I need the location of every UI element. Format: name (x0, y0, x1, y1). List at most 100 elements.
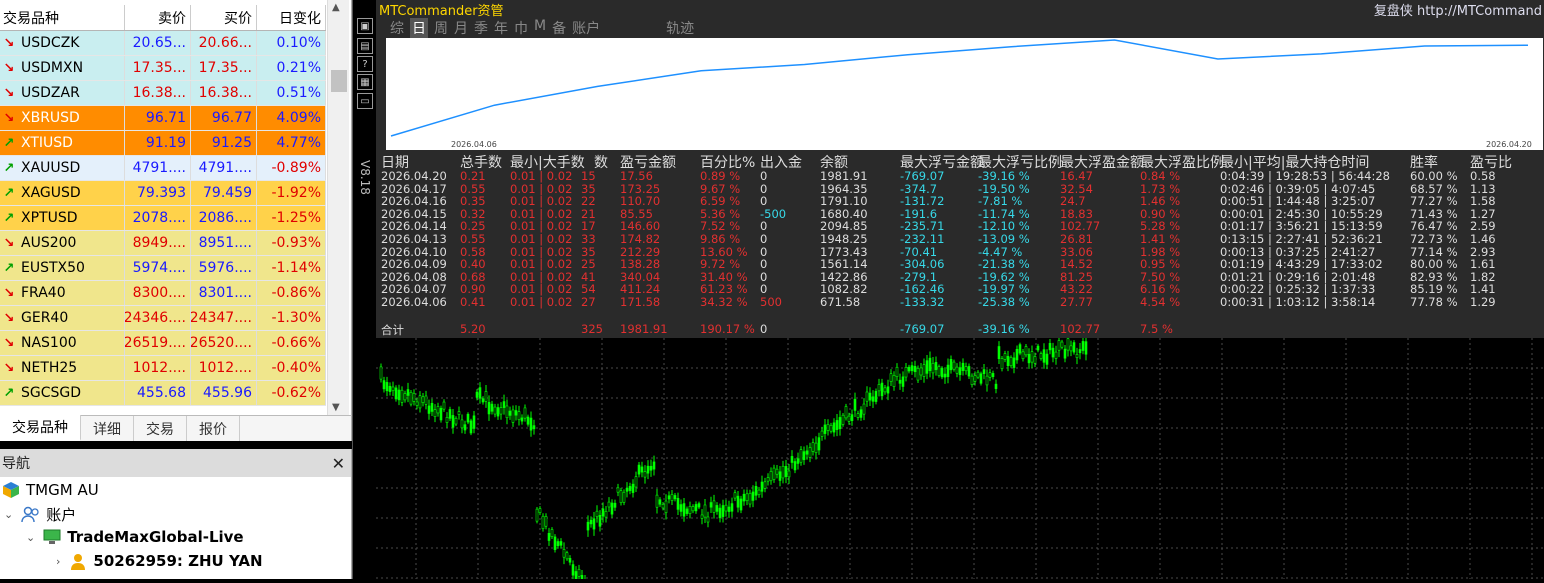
toolbar-button-2[interactable]: ▤ (357, 38, 373, 54)
period-tab[interactable]: 综 (390, 18, 404, 38)
chevron-down-icon[interactable]: ⌄ (26, 531, 35, 544)
period-tab[interactable]: M (534, 18, 546, 38)
market-watch-row[interactable]: ↗ XAUUSD 4791.... 4791.... -0.89% (0, 156, 326, 181)
tab-trading[interactable]: 交易 (134, 416, 187, 441)
market-watch-row[interactable]: ↘ FRA40 8300.... 8301.... -0.86% (0, 281, 326, 306)
candle-body (673, 495, 677, 500)
period-tab[interactable]: 周 (434, 18, 448, 38)
symbol-cell[interactable]: ↗ EUSTX50 (0, 256, 125, 280)
period-tab[interactable]: 月 (454, 18, 468, 38)
col-symbol[interactable]: 交易品种 (0, 5, 125, 30)
scroll-up-icon[interactable]: ▲ (332, 2, 340, 13)
stats-cell: 0 (760, 169, 768, 183)
market-watch-row[interactable]: ↘ NAS100 26519.... 26520.... -0.66% (0, 331, 326, 356)
stats-cell: 2026.04.20 (381, 169, 447, 183)
tab-details[interactable]: 详细 (81, 416, 134, 441)
period-tab[interactable]: 账户 (572, 18, 600, 38)
chevron-down-icon[interactable]: ⌄ (4, 508, 13, 521)
market-watch-row[interactable]: ↗ XAGUSD 79.393 79.459 -1.92% (0, 181, 326, 206)
candle-body (796, 458, 800, 464)
symbol-cell[interactable]: ↘ USDCZK (0, 31, 125, 55)
candle-body (445, 417, 449, 423)
symbol-cell[interactable]: ↘ USDZAR (0, 81, 125, 105)
col-ask[interactable]: 买价 (191, 5, 257, 30)
toolbar-button-4[interactable]: ▭ (357, 93, 373, 109)
market-watch-scrollbar[interactable]: ▲ ▼ (327, 0, 349, 415)
tab-symbols[interactable]: 交易品种 (0, 415, 81, 441)
help-icon[interactable]: ? (357, 56, 373, 72)
stats-cell: 9.86 % (700, 231, 741, 246)
candle-body (1009, 357, 1013, 367)
accounts-item[interactable]: ⌄ 账户 (4, 504, 76, 525)
market-watch-row[interactable]: ↘ AUS200 8949.... 8951.... -0.93% (0, 231, 326, 256)
candle-body (520, 417, 524, 422)
symbol-cell[interactable]: ↗ XAGUSD (0, 181, 125, 205)
market-watch-row[interactable]: ↗ XTIUSD 91.19 91.25 4.77% (0, 131, 326, 156)
candle-body (586, 521, 590, 531)
market-watch-row[interactable]: ↘ NETH25 1012.... 1012.... -0.40% (0, 356, 326, 381)
candle-body (871, 396, 875, 402)
candle-body (517, 411, 521, 420)
market-watch-row[interactable]: ↘ USDMXN 17.35... 17.35... 0.21% (0, 56, 326, 81)
period-tab[interactable]: 年 (494, 18, 508, 38)
market-watch-row[interactable]: ↘ USDZAR 16.38... 16.38... 0.51% (0, 81, 326, 106)
ask-price: 24347.... (191, 306, 257, 330)
broker-item[interactable]: TMGM AU (2, 481, 99, 499)
candle-body (865, 391, 869, 402)
symbol-cell[interactable]: ↘ NAS100 (0, 331, 125, 355)
candle-body (634, 476, 638, 488)
symbol-cell[interactable]: ↘ USDMXN (0, 56, 125, 80)
symbol-name: AUS200 (21, 235, 77, 251)
period-tab[interactable]: 日 (410, 18, 428, 38)
server-icon (43, 529, 61, 544)
scroll-thumb[interactable] (331, 70, 347, 92)
market-watch-row[interactable]: ↗ EUSTX50 5974.... 5976.... -1.14% (0, 256, 326, 281)
candle-body (499, 407, 503, 415)
market-watch-row[interactable]: ↘ GER40 24346.... 24347.... -1.30% (0, 306, 326, 331)
market-watch-row[interactable]: ↘ XBRUSD 96.71 96.77 4.09% (0, 106, 326, 131)
market-watch-row[interactable]: ↗ SGCSGD 455.68 455.96 -0.62% (0, 381, 326, 406)
server-item[interactable]: ⌄ TradeMaxGlobal-Live (26, 528, 244, 546)
bid-price: 8300.... (125, 281, 191, 305)
toolbar-button-1[interactable]: ▣ (357, 18, 373, 34)
period-tab[interactable]: 备 (552, 18, 566, 38)
symbol-cell[interactable]: ↘ AUS200 (0, 231, 125, 255)
symbol-cell[interactable]: ↘ XBRUSD (0, 106, 125, 130)
price-chart[interactable] (376, 332, 1544, 583)
stats-cell: -39.16 % (978, 169, 1030, 183)
mtcommander-link[interactable]: 复盘侠 http://MTCommand (1374, 0, 1542, 19)
stats-cell: -13.09 % (978, 231, 1030, 246)
symbol-cell[interactable]: ↘ GER40 (0, 306, 125, 330)
symbol-cell[interactable]: ↗ XTIUSD (0, 131, 125, 155)
col-change[interactable]: 日变化 (257, 5, 326, 30)
chevron-right-icon[interactable]: › (56, 555, 60, 568)
account-item[interactable]: › 50262959: ZHU YAN (56, 552, 263, 570)
candle-body (379, 366, 383, 380)
bid-price: 1012.... (125, 356, 191, 380)
candle-body (1039, 353, 1043, 359)
symbol-cell[interactable]: ↗ SGCSGD (0, 381, 125, 405)
scroll-down-icon[interactable]: ▼ (332, 402, 340, 413)
col-bid[interactable]: 卖价 (125, 5, 191, 30)
symbol-cell[interactable]: ↗ XPTUSD (0, 206, 125, 230)
stats-cell: -131.72 (900, 194, 945, 209)
toolbar-button-3[interactable]: ▦ (357, 74, 373, 90)
candle-body (604, 511, 608, 518)
candle-body (772, 467, 776, 480)
tab-ticks[interactable]: 报价 (187, 416, 240, 441)
symbol-cell[interactable]: ↘ NETH25 (0, 356, 125, 380)
period-tab[interactable]: 季 (474, 18, 488, 38)
candle-body (559, 541, 563, 546)
period-tab[interactable]: 巾 (514, 18, 528, 38)
arrow-up-icon: ↗ (3, 160, 15, 176)
candle-body (577, 569, 581, 577)
symbol-cell[interactable]: ↗ XAUUSD (0, 156, 125, 180)
candle-body (667, 495, 671, 500)
candle-body (889, 373, 893, 382)
symbol-cell[interactable]: ↘ FRA40 (0, 281, 125, 305)
period-tab[interactable]: 轨迹 (666, 18, 694, 38)
close-icon[interactable]: ✕ (332, 454, 345, 473)
market-watch-row[interactable]: ↗ XPTUSD 2078.... 2086.... -1.25% (0, 206, 326, 231)
stats-cell: 0.95 % (1140, 257, 1181, 272)
market-watch-row[interactable]: ↘ USDCZK 20.65... 20.66... 0.10% (0, 31, 326, 56)
